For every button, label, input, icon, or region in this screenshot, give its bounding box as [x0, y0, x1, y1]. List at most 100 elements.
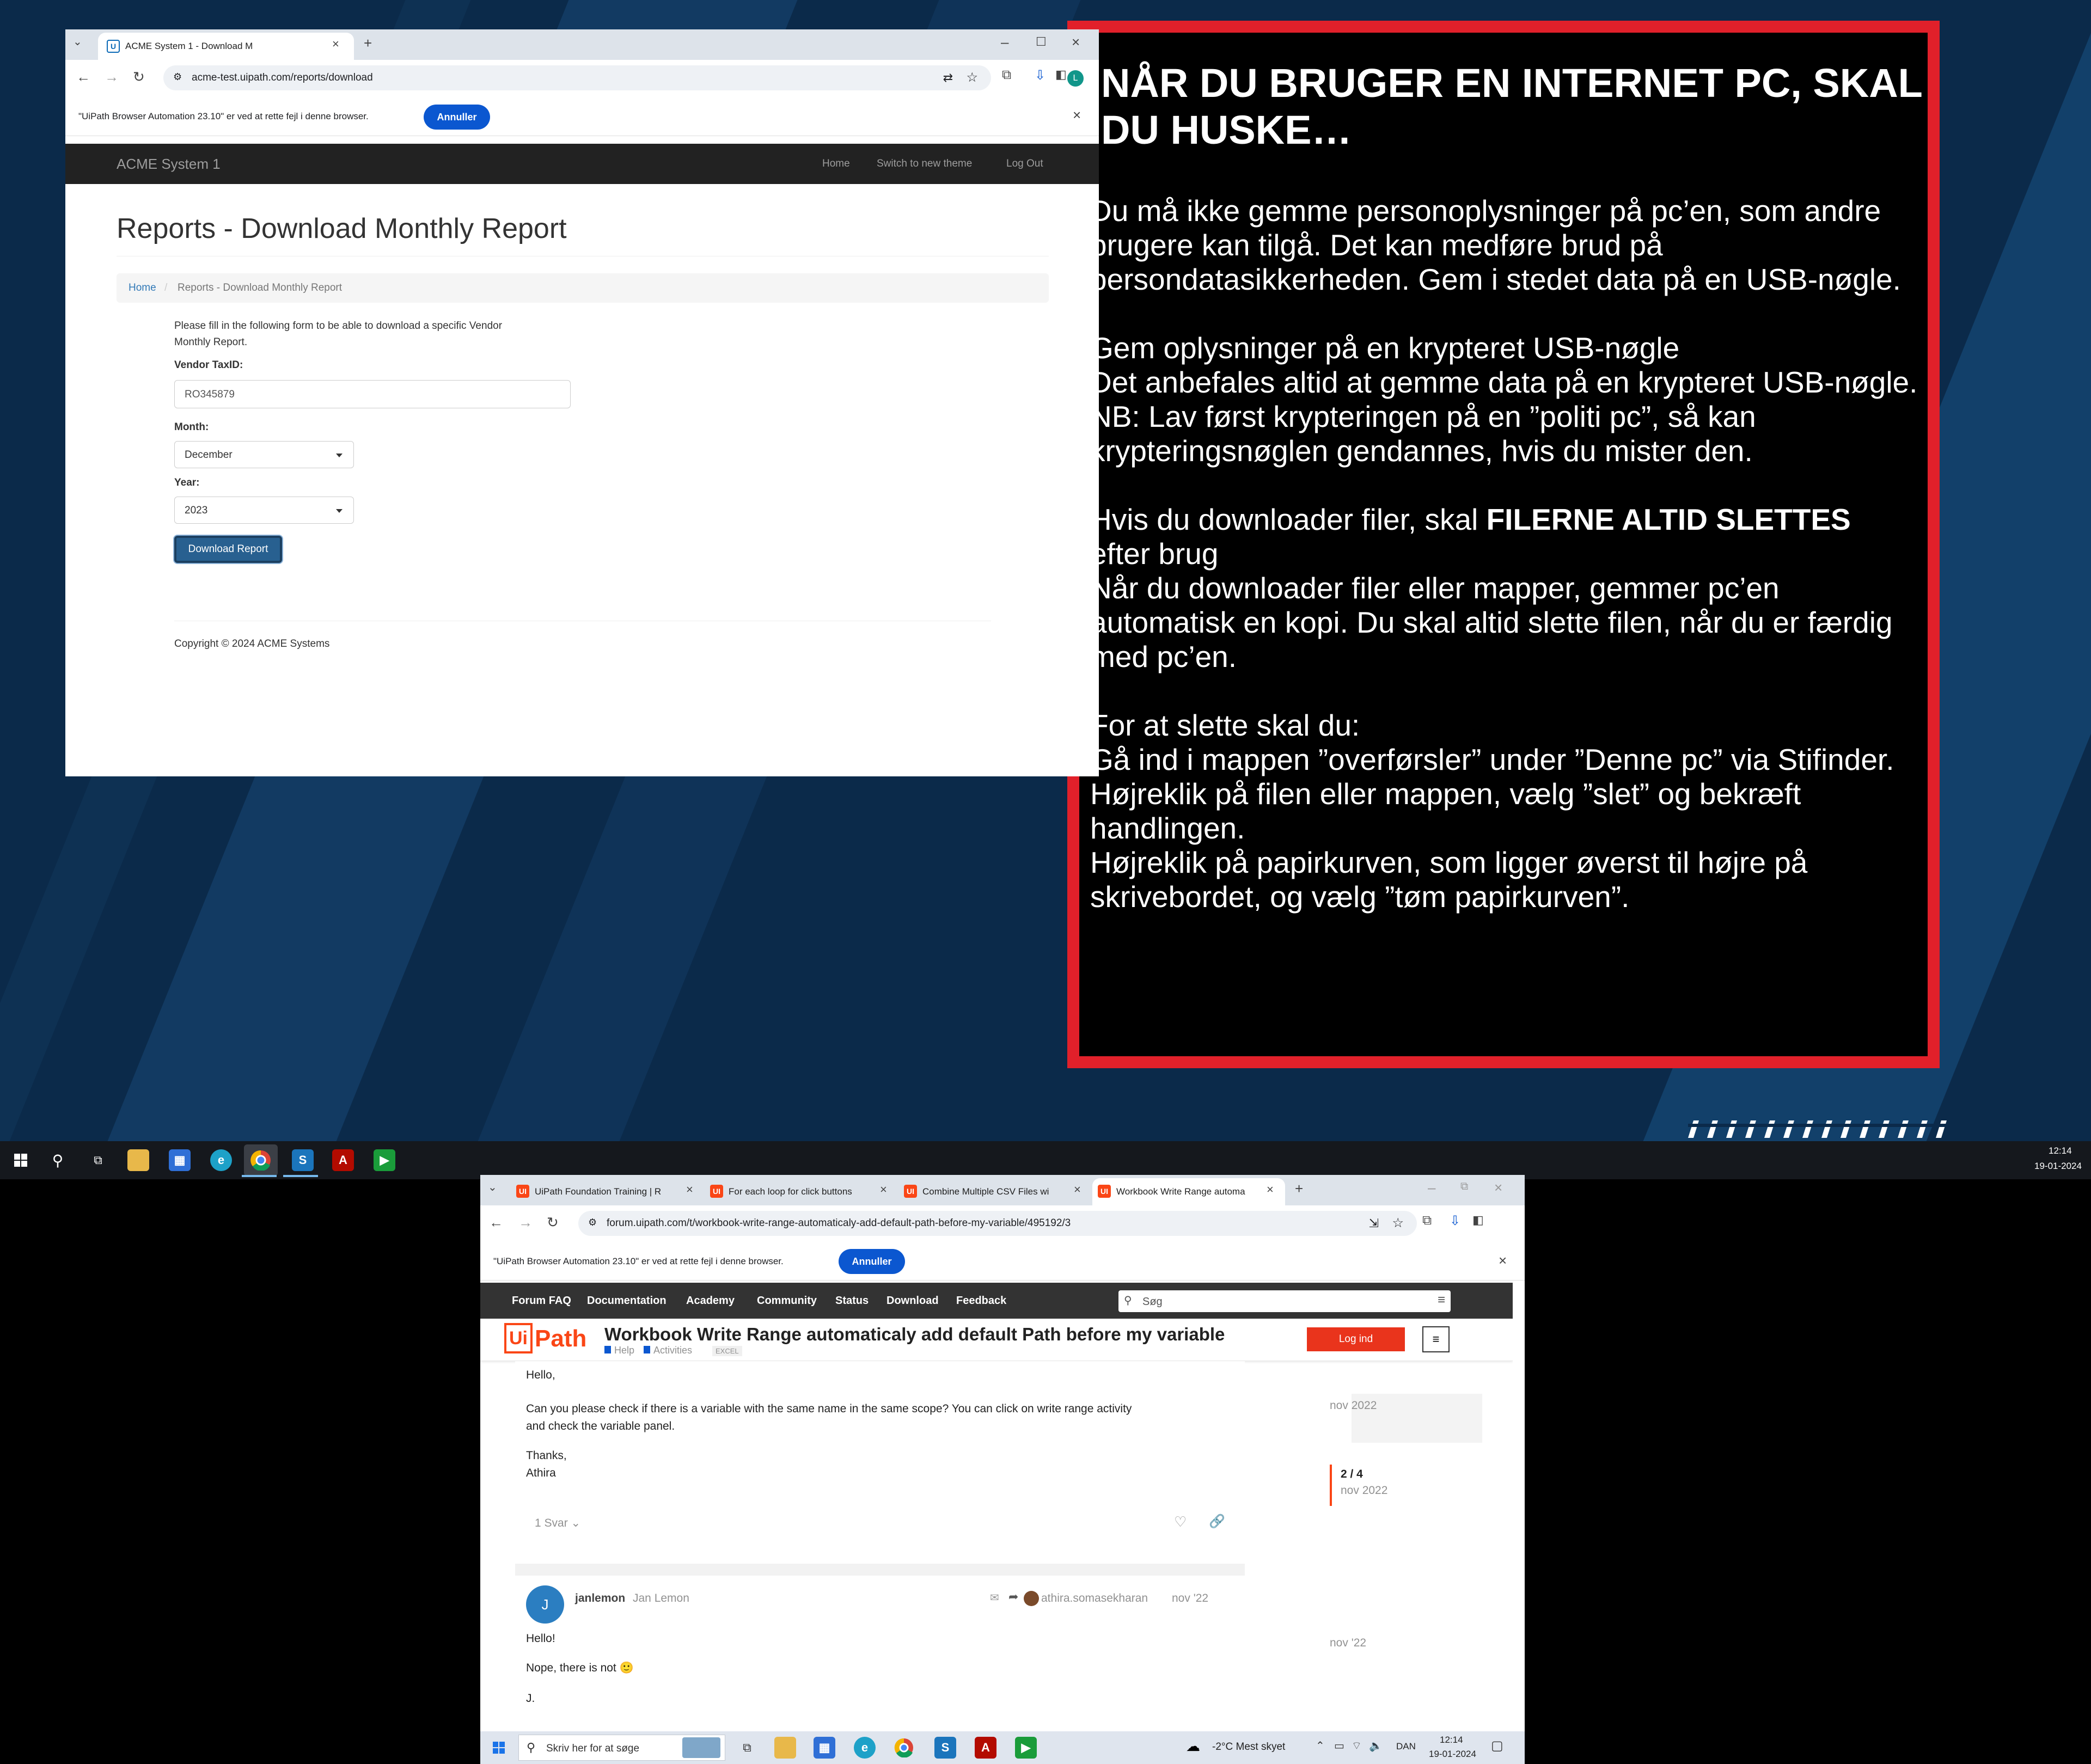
input-language[interactable]: DAN — [1396, 1741, 1416, 1752]
close-tab-icon[interactable]: × — [686, 1183, 693, 1197]
minimize-icon[interactable]: – — [1428, 1179, 1435, 1196]
tray-chevron-icon[interactable]: ⌃ — [1316, 1739, 1325, 1753]
side-panel-icon[interactable]: ◧ — [1055, 68, 1067, 82]
nav-status[interactable]: Status — [835, 1295, 869, 1307]
close-tab-icon[interactable]: × — [1267, 1183, 1274, 1197]
minimize-icon[interactable]: – — [1001, 34, 1008, 51]
extensions-icon[interactable]: ⧉ — [1422, 1213, 1432, 1228]
battery-icon[interactable]: ▭ — [1334, 1739, 1344, 1753]
post-date[interactable]: nov '22 — [1172, 1592, 1208, 1605]
close-infobar-icon[interactable]: × — [1499, 1252, 1507, 1269]
clock-time[interactable]: 12:14 — [2049, 1146, 2072, 1156]
login-button[interactable]: Log ind — [1307, 1327, 1405, 1351]
close-window-icon[interactable]: × — [1494, 1179, 1502, 1196]
close-infobar-icon[interactable]: × — [1073, 107, 1081, 124]
year-select[interactable]: 2023 — [174, 497, 354, 524]
close-tab-icon[interactable]: × — [332, 37, 339, 51]
forward-icon[interactable]: → — [518, 1214, 533, 1231]
download-report-button[interactable]: Download Report — [174, 536, 282, 563]
uipath-assistant-icon[interactable]: ▶ — [374, 1149, 395, 1171]
task-view-icon[interactable]: ⧉ — [736, 1737, 758, 1759]
acrobat-icon[interactable]: A — [975, 1737, 996, 1759]
timeline-top-date[interactable]: nov 2022 — [1330, 1399, 1377, 1412]
profile-avatar[interactable]: L — [1067, 70, 1084, 87]
nav-home-link[interactable]: Home — [822, 158, 850, 170]
restore-icon[interactable]: ⧉ — [1460, 1180, 1468, 1193]
reload-icon[interactable]: ↻ — [133, 69, 145, 85]
uipath-logo-box[interactable]: Ui — [504, 1323, 533, 1353]
volume-icon[interactable]: 🔈 — [1369, 1739, 1383, 1753]
breadcrumb-home-link[interactable]: Home — [129, 282, 156, 294]
maximize-icon[interactable]: ☐ — [1036, 35, 1047, 49]
new-tab-button[interactable]: + — [1295, 1180, 1303, 1197]
tab-search-icon[interactable]: ⌄ — [488, 1180, 497, 1194]
category-activities[interactable]: Activities — [653, 1345, 692, 1356]
weather-icon[interactable]: ☁ — [1186, 1738, 1200, 1755]
nav-community[interactable]: Community — [757, 1295, 817, 1307]
tab-foundation-training[interactable]: UI UiPath Foundation Training | R × — [512, 1179, 702, 1204]
chrome-icon[interactable] — [893, 1737, 915, 1759]
share-link-icon[interactable]: 🔗 — [1209, 1514, 1225, 1529]
new-tab-button[interactable]: + — [364, 35, 372, 52]
uipath-studio-icon[interactable]: S — [934, 1737, 956, 1759]
notifications-icon[interactable]: ▢ — [1491, 1738, 1503, 1754]
nav-logout-link[interactable]: Log Out — [1006, 158, 1043, 170]
timeline-bottom-date[interactable]: nov '22 — [1330, 1637, 1366, 1650]
windows-start-icon[interactable] — [488, 1737, 510, 1759]
search-input[interactable]: ⚲ Søg ≡ — [1118, 1290, 1451, 1312]
month-select[interactable]: December — [174, 441, 354, 468]
downloads-icon[interactable]: ⇩ — [1035, 68, 1046, 83]
install-app-icon[interactable]: ⇲ — [1369, 1216, 1379, 1230]
category-help[interactable]: Help — [614, 1345, 634, 1356]
tab-workbook-write-range[interactable]: UI Workbook Write Range automa × — [1092, 1178, 1285, 1205]
avatar[interactable]: J — [526, 1585, 564, 1624]
bookmark-star-icon[interactable]: ☆ — [1392, 1215, 1404, 1231]
translate-icon[interactable]: ⇄ — [943, 71, 953, 85]
replies-toggle[interactable]: 1 Svar ⌄ — [535, 1515, 580, 1532]
task-view-icon[interactable]: ⧉ — [87, 1149, 109, 1171]
url-bar[interactable]: ⚙ forum.uipath.com/t/workbook-write-rang… — [578, 1211, 1417, 1236]
acme-brand[interactable]: ACME System 1 — [117, 156, 221, 173]
nav-documentation[interactable]: Documentation — [587, 1295, 667, 1307]
cancel-automation-button[interactable]: Annuller — [424, 105, 490, 130]
like-heart-icon[interactable]: ♡ — [1174, 1514, 1187, 1530]
tab-acme[interactable]: U ACME System 1 - Download M × — [98, 33, 354, 60]
chrome-taskbar-slot[interactable] — [244, 1144, 278, 1176]
downloads-icon[interactable]: ⇩ — [1450, 1213, 1460, 1229]
post-username[interactable]: janlemon — [575, 1592, 625, 1605]
site-info-icon[interactable]: ⚙ — [588, 1217, 597, 1228]
close-tab-icon[interactable]: × — [880, 1183, 887, 1197]
back-icon[interactable]: ← — [76, 69, 90, 85]
clock-time[interactable]: 12:14 — [1440, 1735, 1463, 1745]
uipath-assistant-icon[interactable]: ▶ — [1015, 1737, 1037, 1759]
reply-to-user[interactable]: athira.somasekharan — [1041, 1592, 1148, 1605]
extensions-icon[interactable]: ⧉ — [1002, 68, 1011, 83]
back-icon[interactable]: ← — [489, 1214, 503, 1231]
nav-switch-theme-link[interactable]: Switch to new theme — [877, 158, 972, 170]
weather-text[interactable]: -2°C Mest skyet — [1212, 1741, 1285, 1753]
network-icon[interactable]: ⌔ — [1352, 1739, 1362, 1753]
tab-search-icon[interactable]: ⌄ — [73, 35, 82, 48]
tab-for-each-loop[interactable]: UI For each loop for click buttons × — [706, 1179, 896, 1204]
nav-download[interactable]: Download — [886, 1295, 939, 1307]
timeline-handle[interactable] — [1330, 1465, 1332, 1506]
store-icon[interactable]: ▦ — [814, 1737, 835, 1759]
clock-date[interactable]: 19-01-2024 — [1429, 1749, 1476, 1760]
edge-icon[interactable]: e — [210, 1149, 232, 1171]
vendor-taxid-input[interactable]: RO345879 — [174, 380, 571, 408]
nav-academy[interactable]: Academy — [686, 1295, 735, 1307]
topic-title[interactable]: Workbook Write Range automaticaly add de… — [604, 1324, 1225, 1345]
url-bar[interactable]: ⚙ acme-test.uipath.com/reports/download … — [163, 65, 991, 90]
side-panel-icon[interactable]: ◧ — [1472, 1213, 1484, 1227]
post-fullname[interactable]: Jan Lemon — [633, 1592, 689, 1605]
clock-date[interactable]: 19-01-2024 — [2034, 1161, 2082, 1172]
file-explorer-icon[interactable] — [774, 1737, 796, 1759]
close-tab-icon[interactable]: × — [1074, 1183, 1081, 1197]
acrobat-icon[interactable]: A — [332, 1149, 354, 1171]
forward-icon[interactable]: → — [105, 69, 119, 85]
cancel-automation-button[interactable]: Annuller — [839, 1249, 905, 1274]
uipath-studio-icon[interactable]: S — [292, 1149, 314, 1171]
tab-combine-csv[interactable]: UI Combine Multiple CSV Files wi × — [900, 1179, 1090, 1204]
taskbar-search-input[interactable]: ⚲ Skriv her for at søge — [518, 1735, 725, 1761]
nav-forum-faq[interactable]: Forum FAQ — [512, 1295, 571, 1307]
